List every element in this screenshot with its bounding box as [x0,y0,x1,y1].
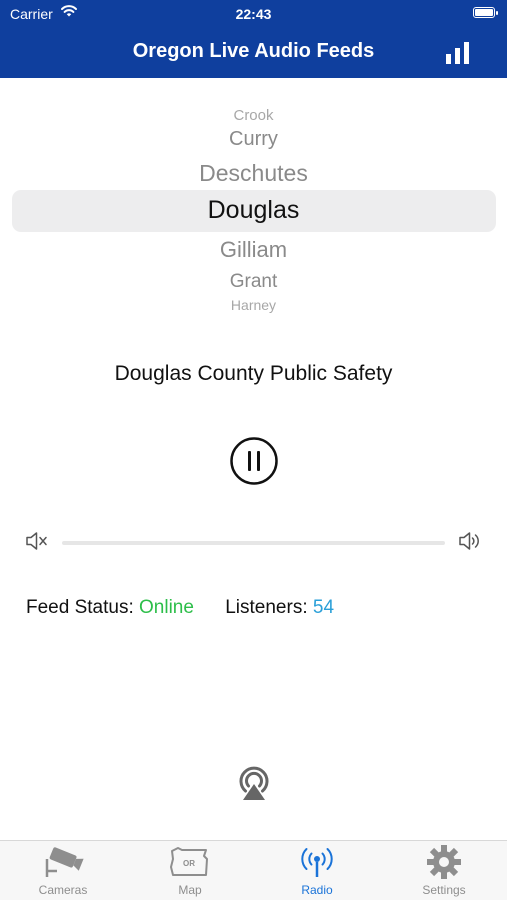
picker-item[interactable]: Grant [0,271,507,293]
status-bar: Carrier 22:43 [0,0,507,28]
picker-item[interactable]: Crook [0,107,507,124]
tab-cameras[interactable]: Cameras [0,845,126,901]
tab-bar: Cameras OR Map Radio Settings [0,840,507,900]
app-header: Carrier 22:43 Oregon Live Audio Feeds [0,0,507,78]
volume-slider[interactable] [62,541,445,545]
tab-settings[interactable]: Settings [381,845,507,901]
listeners-label: Listeners: [225,597,308,618]
volume-mute-icon [26,532,47,550]
volume-control [0,528,507,556]
airplay-icon[interactable] [233,760,275,802]
listeners-count: 54 [312,597,335,618]
gear-icon [427,845,461,879]
clock: 22:43 [235,6,272,22]
camera-icon [45,847,84,877]
picker-item[interactable]: Gilliam [0,237,507,263]
tab-label: Radio [301,883,333,897]
feed-name: Douglas County Public Safety [114,362,393,385]
tab-map[interactable]: OR Map [127,845,253,901]
picker-item[interactable]: Harney [0,297,507,313]
picker-item[interactable]: Curry [0,128,507,151]
battery-icon [473,7,498,18]
county-picker[interactable]: Crook Curry Deschutes Douglas Gilliam Gr… [0,78,507,320]
picker-item[interactable]: Deschutes [0,160,507,187]
bar-chart-icon[interactable] [445,42,471,64]
volume-high-icon [459,532,479,550]
pause-button[interactable] [230,437,278,485]
picker-item-selected[interactable]: Douglas [0,196,507,225]
feed-status-label: Feed Status: [26,597,134,618]
radio-antenna-icon [301,848,333,877]
feed-status-row: Feed Status: Online Listeners: 54 [26,597,334,619]
tab-radio[interactable]: Radio [254,845,380,901]
tab-label: Settings [422,883,466,897]
oregon-map-icon: OR [170,847,208,876]
page-title: Oregon Live Audio Feeds [132,40,375,62]
tab-label: Map [178,883,202,897]
svg-text:OR: OR [183,859,195,868]
feed-status-value: Online [139,597,194,618]
tab-label: Cameras [38,883,88,897]
